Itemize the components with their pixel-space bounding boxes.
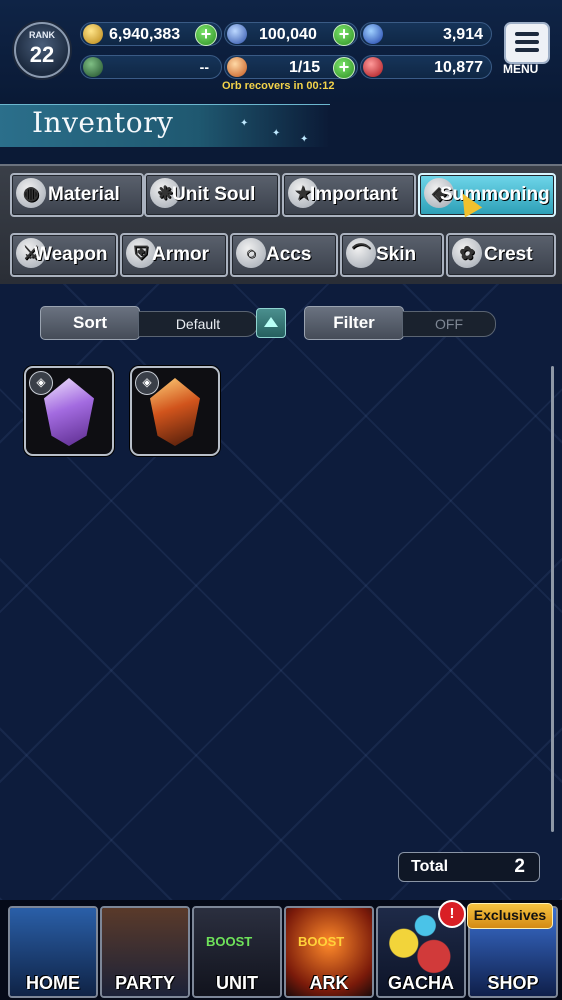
nav-ark-label: ARK — [309, 973, 349, 993]
add-orbs-button[interactable]: + — [333, 57, 355, 79]
lapis-icon — [227, 24, 247, 44]
tab-label: Accs — [266, 244, 312, 265]
menu-icon-line — [515, 48, 539, 52]
menu-icon-line — [515, 40, 539, 44]
guild-value: -- — [199, 59, 209, 75]
nav-party[interactable]: PARTY — [100, 906, 190, 998]
shop-exclusives-badge: Exclusives — [467, 903, 553, 929]
total-value: 2 — [514, 856, 525, 877]
menu-label: MENU — [503, 62, 539, 76]
summon-type-icon: ◈ — [29, 371, 53, 395]
rank-label: RANK — [29, 30, 55, 40]
guild-counter: -- — [80, 55, 222, 79]
lapis-counter: 100,040 + — [224, 22, 358, 46]
summon-type-icon: ◈ — [135, 371, 159, 395]
tab-label: Unit Soul — [172, 184, 256, 205]
tab-unit-soul[interactable]: ❋ Unit Soul — [144, 173, 280, 217]
tab-weapon[interactable]: ⚔ Weapon — [10, 233, 118, 277]
rank-value: 22 — [29, 42, 55, 67]
tab-material[interactable]: ◍ Material — [10, 173, 144, 217]
unit-boost-label: BOOST — [206, 934, 253, 949]
nav-ark[interactable]: BOOST ARK — [284, 906, 374, 998]
menu-button[interactable] — [504, 22, 550, 64]
ark-boost-label: BOOST — [298, 934, 345, 949]
tab-armor[interactable]: ⛨ Armor — [120, 233, 228, 277]
total-label: Total — [411, 858, 449, 875]
nav-unit[interactable]: BOOST UNIT — [192, 906, 282, 998]
nav-shop-label: SHOP — [487, 973, 539, 993]
crest-icon: ✿ — [452, 238, 482, 268]
orb-stamina-icon — [227, 57, 247, 77]
nav-home[interactable]: HOME — [8, 906, 98, 998]
sparkle-icon: ✦ — [272, 128, 281, 139]
orb-counter: 1/15 + — [224, 55, 358, 79]
orb-timer: Orb recovers in 00:12 — [222, 80, 335, 92]
nav-party-label: PARTY — [115, 973, 175, 993]
red-gem-icon — [363, 57, 383, 77]
gold-value: 6,940,383 — [109, 26, 181, 43]
status-bar: RANK 22 6,940,383 + 100,040 + 3,914 -- 1… — [0, 0, 562, 102]
add-gold-button[interactable]: + — [195, 24, 217, 46]
rank-badge[interactable]: RANK 22 — [14, 22, 70, 78]
inventory-item[interactable]: ◈ — [130, 366, 220, 456]
menu-icon — [515, 32, 539, 36]
sort-button[interactable]: Sort — [40, 306, 140, 340]
tab-label: Material — [48, 184, 120, 205]
tab-accessories[interactable]: ○ Accs — [230, 233, 338, 277]
tab-label: Crest — [484, 244, 533, 265]
sparkle-icon: ✦ — [240, 118, 249, 129]
page-title: Inventory — [32, 106, 174, 139]
sparkle-icon: ✦ — [300, 134, 309, 145]
inventory-item[interactable]: ◈ — [24, 366, 114, 456]
tab-summoning[interactable]: ◈ Summoning — [418, 173, 556, 217]
blue-orb-icon — [363, 24, 383, 44]
red-gem-counter: 10,877 — [360, 55, 492, 79]
lapis-value: 100,040 — [259, 26, 317, 43]
nav-home-label: HOME — [26, 973, 80, 993]
sort-value[interactable]: Default — [138, 311, 258, 337]
bag-icon: ◍ — [16, 178, 46, 208]
blue-orb-counter: 3,914 — [360, 22, 492, 46]
total-count: Total 2 — [398, 852, 540, 882]
sort-ascending-icon — [264, 317, 278, 327]
tab-important[interactable]: ★ Important — [282, 173, 416, 217]
gold-counter: 6,940,383 + — [80, 22, 222, 46]
tab-label: Weapon — [34, 244, 108, 265]
filter-value[interactable]: OFF — [402, 311, 496, 337]
orb-value: 1/15 — [289, 59, 321, 76]
gold-coin-icon — [83, 24, 103, 44]
ring-icon: ○ — [236, 238, 266, 268]
tab-label: Armor — [152, 244, 210, 265]
nav-unit-label: UNIT — [216, 973, 258, 993]
tab-label: Important — [310, 184, 398, 205]
sort-order-button[interactable] — [256, 308, 286, 338]
add-lapis-button[interactable]: + — [333, 24, 355, 46]
tab-label: Skin — [376, 244, 417, 265]
tab-crest[interactable]: ✿ Crest — [446, 233, 556, 277]
tab-skin[interactable]: ⌒ Skin — [340, 233, 444, 277]
scrollbar[interactable] — [551, 366, 554, 832]
compass-icon — [83, 57, 103, 77]
filter-button[interactable]: Filter — [304, 306, 404, 340]
red-gem-value: 10,877 — [434, 59, 483, 76]
gacha-alert-badge: ! — [438, 900, 466, 928]
hanger-icon: ⌒ — [346, 238, 376, 268]
nav-gacha-label: GACHA — [388, 973, 454, 993]
blue-orb-value: 3,914 — [442, 26, 483, 43]
